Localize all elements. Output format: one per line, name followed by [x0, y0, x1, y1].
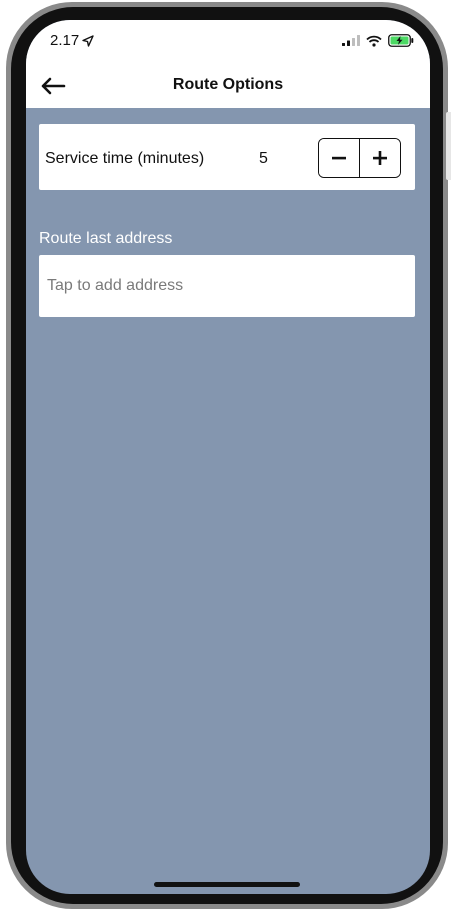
status-icons [342, 34, 414, 47]
edge-tab [446, 112, 451, 180]
location-arrow-icon [82, 34, 94, 47]
service-time-value: 5 [259, 150, 268, 167]
battery-charging-icon [388, 34, 414, 47]
signal-icon [342, 35, 360, 46]
route-last-address-label: Route last address [39, 230, 173, 247]
service-time-card: Service time (minutes) 5 [39, 124, 415, 190]
plus-icon [373, 151, 387, 165]
increment-button[interactable] [360, 139, 400, 177]
home-indicator[interactable] [154, 882, 300, 887]
status-time-text: 2.17 [50, 32, 80, 49]
minus-icon [332, 156, 346, 160]
top-bar: 2.17 Route Options [26, 20, 430, 108]
service-time-stepper [318, 138, 401, 178]
wifi-icon [366, 35, 382, 47]
page-title: Route Options [172, 76, 284, 93]
decrement-button[interactable] [319, 139, 360, 177]
service-time-label: Service time (minutes) [45, 150, 205, 167]
app-screen: 2.17 Route Options Service time (minutes… [26, 20, 430, 894]
status-time: 2.17 [50, 32, 94, 49]
route-last-address-input[interactable] [39, 255, 415, 317]
